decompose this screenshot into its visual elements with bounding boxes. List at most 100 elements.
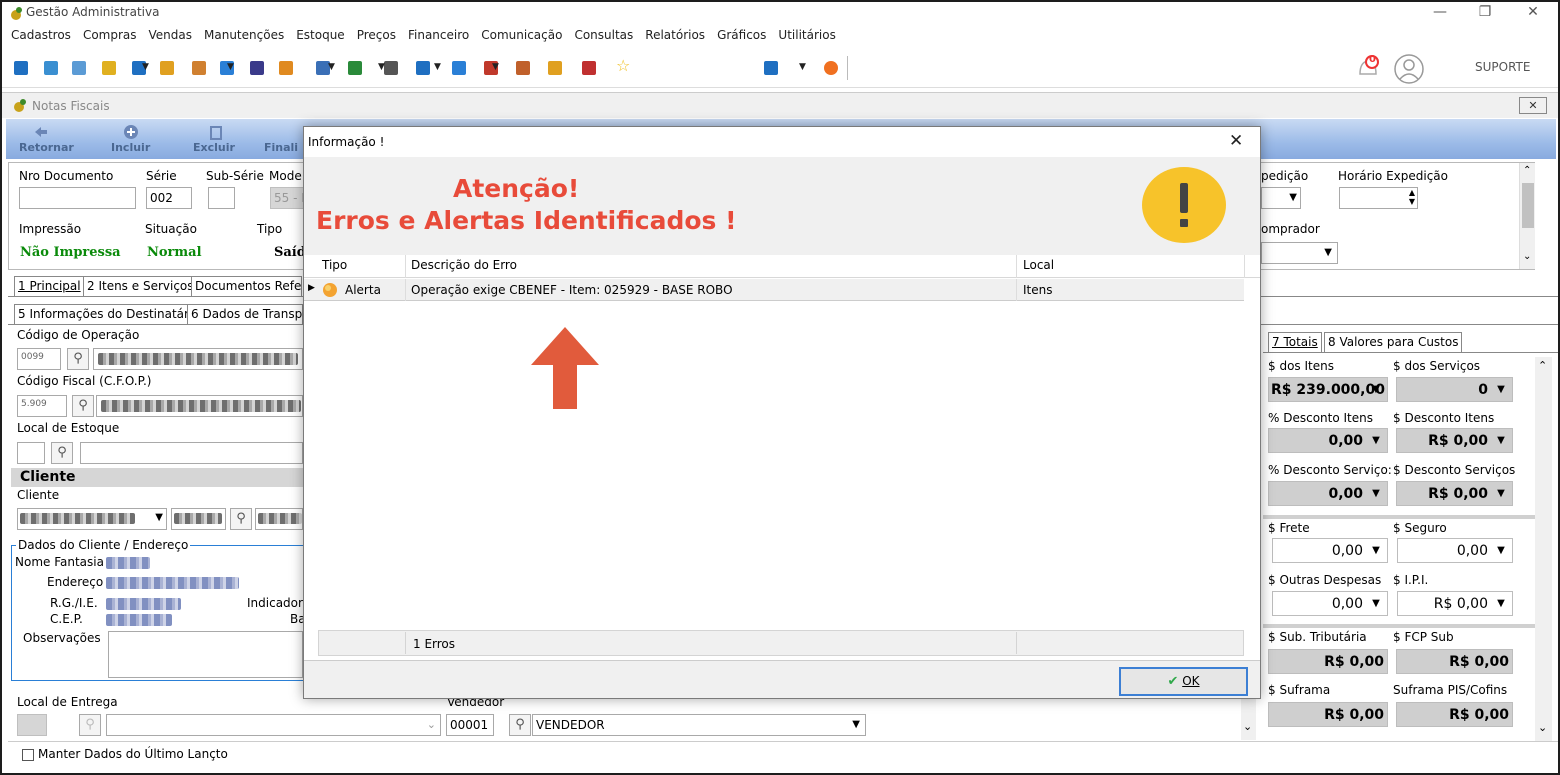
table-icon[interactable] [416,61,430,75]
tab-informacoes-destinatario[interactable]: 5 Informações do Destinatário [14,304,204,324]
horario-expedicao-input[interactable]: ▲ ▼ [1339,187,1418,209]
menu-item-precos[interactable]: Preços [351,24,402,48]
tab-documentos-referenciados[interactable]: Documentos Refere [191,276,302,296]
toolbar-dropdown-arrow-icon[interactable]: ▼ [328,62,335,72]
desc-itens-pct-value[interactable]: 0,00 ▼ [1268,428,1388,453]
tab-principal[interactable]: 1 Principal [14,276,85,296]
star-icon[interactable]: ☆ [616,56,630,75]
tab-valores-custos[interactable]: 8 Valores para Custos [1324,332,1463,352]
chart-icon[interactable] [516,61,530,75]
minimize-button[interactable]: — [1417,2,1463,24]
save-icon[interactable] [14,61,28,75]
calc-icon[interactable] [452,61,466,75]
tipo-label: Tipo [257,222,283,236]
incluir-button[interactable]: Incluir [111,141,150,154]
person-icon[interactable] [192,61,206,75]
ipi-value[interactable]: R$ 0,00 ▼ [1397,591,1513,616]
menu-item-graficos[interactable]: Gráficos [711,24,772,48]
dos-servicos-value[interactable]: 0 ▼ [1396,377,1513,402]
codigo-fiscal-search-icon[interactable]: ⚲ [72,395,94,417]
table-row[interactable]: ▶ Alerta Operação exige CBENEF - Item: 0… [304,279,1244,301]
codigo-operacao-input[interactable]: 0099 [17,348,61,370]
toolbar-dropdown-arrow-icon[interactable]: ▼ [378,62,385,72]
local-entrega-select[interactable]: ⌄ [106,714,441,736]
menu-item-relatorios[interactable]: Relatórios [639,24,711,48]
window-icon[interactable] [764,61,778,75]
desc-itens-value[interactable]: R$ 0,00 ▼ [1396,428,1513,453]
user-name[interactable]: SUPORTE [1475,60,1530,74]
menu-item-manutencoes[interactable]: Manutenções [198,24,290,48]
vendedor-select[interactable]: VENDEDOR ▼ [532,714,866,736]
dos-itens-value[interactable]: R$ 239.000,00 ▼ [1268,377,1388,402]
vendedor-code[interactable]: 00001 [446,714,494,736]
toolbar-dropdown-arrow-icon[interactable]: ▼ [434,62,441,72]
col-local-header[interactable]: Local [1023,258,1054,272]
close-button[interactable]: ✕ [1510,2,1556,24]
outras-despesas-value[interactable]: 0,00 ▼ [1272,591,1388,616]
menu-item-estoque[interactable]: Estoque [290,24,351,48]
comprador-select[interactable]: ▼ [1261,242,1338,264]
col-tipo-header[interactable]: Tipo [322,258,347,272]
cliente-search-icon[interactable]: ⚲ [230,508,252,530]
dialog-close-button[interactable]: ✕ [1229,131,1243,151]
toolbar-dropdown-arrow-icon[interactable]: ▼ [227,62,234,72]
nro-documento-input[interactable] [19,187,136,209]
maximize-button[interactable]: ❐ [1462,2,1508,24]
serie-input[interactable]: 002 [146,187,192,209]
tab-itens-servicos[interactable]: 2 Itens e Serviços [83,276,198,296]
menu-item-comunicacao[interactable]: Comunicação [475,24,568,48]
box-icon[interactable] [279,61,293,75]
money-icon[interactable] [348,61,362,75]
manter-dados-checkbox[interactable] [22,749,34,761]
report-icon[interactable] [582,61,596,75]
frete-value[interactable]: 0,00 ▼ [1272,538,1388,563]
power-icon[interactable] [824,61,838,75]
incluir-icon [124,125,138,139]
expedicao-select[interactable]: ▼ [1261,187,1301,209]
observacoes-textarea[interactable] [108,631,303,678]
vendedor-search-icon[interactable]: ⚲ [509,714,531,736]
cart-icon[interactable] [250,61,264,75]
menu-item-vendas[interactable]: Vendas [143,24,199,48]
desc-serv-value[interactable]: R$ 0,00 ▼ [1396,481,1513,506]
header-scrollbar[interactable]: ⌃ ⌄ [1519,163,1535,269]
desc-serv-pct-value[interactable]: 0,00 ▼ [1268,481,1388,506]
seguro-value[interactable]: 0,00 ▼ [1397,538,1513,563]
ok-button[interactable]: ✔ OK [1119,667,1248,696]
cliente-select[interactable]: ▼ [17,508,167,530]
cliente-code[interactable] [171,508,226,530]
local-entrega-label: Local de Entrega [17,695,118,709]
subserie-input[interactable] [208,187,235,209]
users-icon[interactable] [44,61,58,75]
menu-item-financeiro[interactable]: Financeiro [402,24,475,48]
menu-item-utilitarios[interactable]: Utilitários [772,24,841,48]
local-entrega-search-icon[interactable]: ⚲ [79,714,101,736]
local-entrega-code[interactable] [17,714,47,736]
codigo-fiscal-input[interactable]: 5.909 [17,395,67,417]
tab-dados-transporte[interactable]: 6 Dados de Transpo [187,304,303,324]
col-descricao-header[interactable]: Descrição do Erro [411,258,517,272]
local-estoque-search-icon[interactable]: ⚲ [51,442,73,464]
user-avatar-icon[interactable] [1392,52,1426,86]
menu-item-compras[interactable]: Compras [77,24,143,48]
codigo-operacao-search-icon[interactable]: ⚲ [67,348,89,370]
list-icon[interactable] [102,61,116,75]
print-icon[interactable] [384,61,398,75]
menu-item-cadastros[interactable]: Cadastros [5,24,77,48]
totais-scrollbar[interactable]: ⌃ ⌄ [1535,357,1552,741]
lock-icon[interactable] [548,61,562,75]
window-close-button[interactable]: ✕ [1519,97,1547,114]
local-estoque-input[interactable] [17,442,45,464]
toolbar-dropdown-arrow-icon[interactable]: ▼ [799,62,806,72]
folder-icon[interactable] [160,61,174,75]
excluir-button[interactable]: Excluir [193,141,235,154]
modelo-select[interactable]: 55 - I [270,187,305,209]
retornar-button[interactable]: Retornar [19,141,74,154]
toolbar-dropdown-arrow-icon[interactable]: ▼ [142,62,149,72]
toolbar-dropdown-arrow-icon[interactable]: ▼ [492,62,499,72]
finalizar-button[interactable]: Finali [264,141,298,154]
tab-totais[interactable]: 7 Totais [1268,332,1322,352]
grid-icon[interactable] [72,61,86,75]
menu-item-consultas[interactable]: Consultas [568,24,639,48]
nro-documento-label: Nro Documento [19,169,114,183]
